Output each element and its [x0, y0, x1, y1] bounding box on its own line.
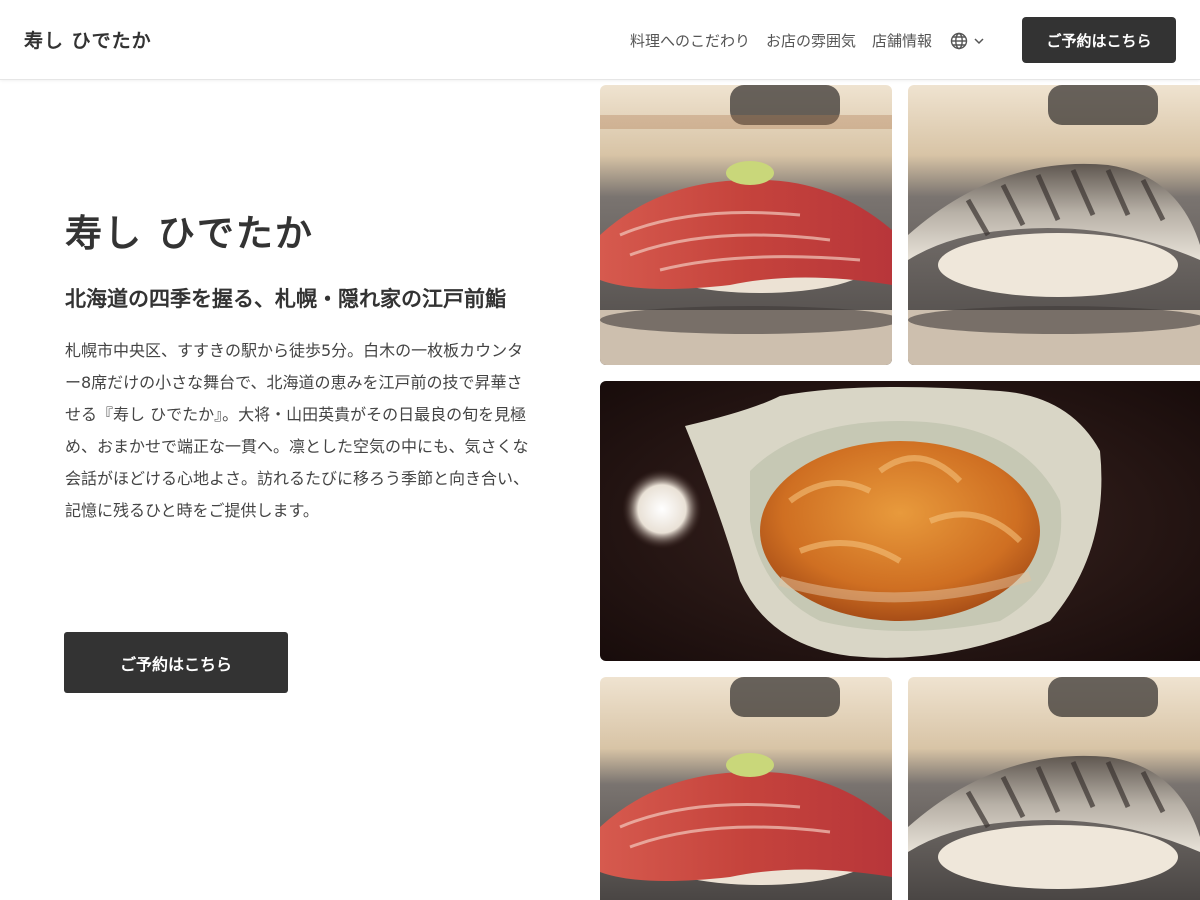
photo-tuna-nigiri-2 — [600, 677, 892, 900]
hero-title: 寿し ひでたか — [65, 212, 314, 255]
globe-icon — [950, 32, 968, 50]
reserve-button-hero[interactable]: ご予約はこちら — [64, 632, 288, 693]
photo-tuna-nigiri — [600, 85, 892, 365]
site-header: 寿し ひでたか 料理へのこだわり お店の雰囲気 店舗情報 ご予約はこちら — [0, 0, 1200, 80]
main-nav: 料理へのこだわり お店の雰囲気 店舗情報 — [630, 30, 986, 51]
hero-subtitle: 北海道の四季を握る、札幌・隠れ家の江戸前鮨 — [65, 287, 506, 311]
hero-section: 寿し ひでたか 北海道の四季を握る、札幌・隠れ家の江戸前鮨 札幌市中央区、すすき… — [65, 210, 535, 527]
nav-link-cuisine[interactable]: 料理へのこだわり — [630, 30, 750, 51]
photo-kohada-nigiri-2 — [908, 677, 1200, 900]
photo-uni-bowl — [600, 381, 1200, 661]
nav-link-atmosphere[interactable]: お店の雰囲気 — [766, 30, 856, 51]
hero-description: 札幌市中央区、すすきの駅から徒歩5分。白木の一枚板カウンター8席だけの小さな舞台… — [65, 341, 530, 520]
language-selector[interactable] — [950, 32, 986, 50]
photo-kohada-nigiri — [908, 85, 1200, 365]
nav-link-store-info[interactable]: 店舗情報 — [872, 30, 932, 51]
chevron-down-icon — [972, 34, 986, 48]
brand-logo[interactable]: 寿し ひでたか — [24, 26, 152, 53]
reserve-button-header[interactable]: ご予約はこちら — [1022, 17, 1176, 63]
